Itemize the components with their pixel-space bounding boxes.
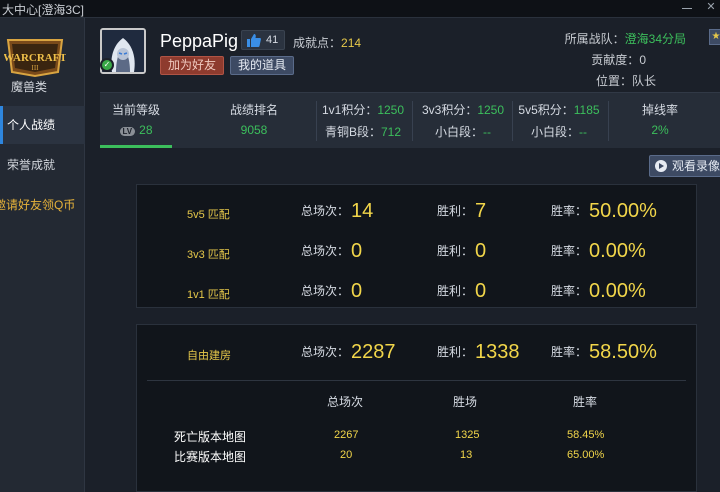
level-label: 当前等级 — [111, 103, 160, 117]
watch-replay-label: 观看录像 — [672, 159, 720, 173]
table-row: 比赛版本地图 20 13 65.00% — [137, 445, 698, 465]
v1-value: 1250 — [377, 103, 405, 117]
match-total: 总场次： 0 — [301, 280, 363, 302]
level-badge-icon: LV — [119, 127, 136, 136]
column-header-wins: 胜场 — [453, 395, 478, 409]
v3-label: 3v3积分： — [421, 103, 478, 117]
stat-1v1[interactable]: 1v1积分：1250 青铜B段：712 — [318, 93, 408, 149]
online-status-icon: ✓ — [100, 58, 114, 72]
match-rate: 胜率： 0.00% — [551, 280, 646, 302]
v5-tier-label: 小白段： — [530, 125, 579, 139]
my-items-button[interactable]: 我的道具 — [230, 56, 294, 75]
custom-total: 总场次： 2287 — [301, 341, 396, 363]
stats-bar: 当前等级 LV 28 战绩排名 9058 1v1积分：1250 青铜B段：712 … — [100, 92, 720, 148]
team-info: 所属战队：澄海34分局 贡献度：0 位置：队长 — [536, 29, 686, 92]
map-total: 2267 — [334, 429, 359, 441]
stat-5v5[interactable]: 5v5积分：1185 小白段：-- — [514, 93, 604, 149]
sidebar-item-warcraft[interactable]: 魔兽类 — [0, 68, 85, 106]
match-total: 总场次： 0 — [301, 240, 363, 262]
add-friend-button[interactable]: 加为好友 — [160, 56, 224, 75]
level-value: 28 — [139, 123, 153, 137]
team-link[interactable]: 澄海34分局 — [625, 32, 686, 46]
contribution-value: 0 — [639, 53, 646, 67]
custom-row: 自由建房 总场次： 2287 胜利： 1338 胜率： 58.50% — [137, 334, 698, 374]
rank-value: 9058 — [240, 123, 268, 137]
sidebar-item-honor[interactable]: 荣誉成就 — [0, 146, 85, 184]
v5-label: 5v5积分： — [518, 103, 574, 117]
minimize-button[interactable] — [680, 2, 694, 12]
close-button[interactable]: ✕ — [704, 2, 718, 13]
v1-label: 1v1积分： — [321, 103, 378, 117]
v5-value: 1185 — [573, 103, 600, 117]
achievement-points-label: 成就点： — [293, 36, 342, 50]
window-titlebar: 大中心[澄海3C] ✕ — [0, 0, 720, 18]
match-rate: 胜率： 0.00% — [551, 240, 646, 262]
sidebar: WARCRAFT III 魔兽类 个人战绩 荣誉成就 邀请好友领Q币 — [0, 18, 85, 492]
map-total: 20 — [340, 449, 353, 461]
stat-rank[interactable]: 战绩排名 9058 — [204, 93, 304, 149]
match-row-1v1: 1v1 匹配 总场次： 0 胜利： 0 胜率： 0.00% — [137, 273, 698, 313]
contribution-label: 贡献度： — [591, 53, 640, 67]
map-name: 死亡版本地图 — [174, 430, 247, 444]
v1-tier-value: 712 — [380, 125, 402, 139]
divider — [412, 101, 413, 141]
v5-tier-value: -- — [579, 125, 587, 139]
position-label: 位置： — [595, 74, 632, 88]
team-label: 所属战队： — [564, 32, 625, 46]
position-value: 队长 — [631, 74, 656, 88]
rank-label: 战绩排名 — [229, 103, 278, 117]
main-content: ✓ PeppaPig 41 成就点：214 加为好友 我的道具 所属战队：澄海3… — [86, 18, 720, 492]
map-rate: 58.45% — [567, 429, 605, 441]
window-title: 大中心[澄海3C] — [2, 3, 85, 17]
custom-wins: 胜利： 1338 — [437, 341, 520, 363]
like-count: 41 — [266, 34, 279, 46]
play-icon — [655, 160, 667, 172]
achievement-points: 成就点：214 — [293, 34, 361, 51]
match-wins: 胜利： 7 — [437, 200, 487, 222]
divider — [147, 380, 686, 381]
column-header-total: 总场次 — [327, 395, 364, 409]
v3-tier-label: 小白段： — [434, 125, 483, 139]
column-header-rate: 胜率 — [573, 395, 598, 409]
star-icon[interactable]: ★ — [709, 29, 720, 45]
map-name: 比赛版本地图 — [174, 450, 247, 464]
map-wins: 1325 — [455, 429, 480, 441]
match-wins: 胜利： 0 — [437, 280, 487, 302]
svg-text:WARCRAFT: WARCRAFT — [4, 52, 66, 64]
sidebar-item-invite[interactable]: 邀请好友领Q币 — [0, 186, 85, 224]
stat-level: 当前等级 LV 28 — [100, 93, 172, 149]
v1-tier-label: 青铜B段： — [324, 125, 381, 139]
match-mode: 5v5 匹配 — [187, 209, 230, 221]
match-mode: 3v3 匹配 — [187, 249, 230, 261]
map-wins: 13 — [460, 449, 473, 461]
match-mode: 1v1 匹配 — [187, 289, 230, 301]
match-total: 总场次： 14 — [301, 200, 374, 222]
achievement-points-value: 214 — [341, 36, 362, 50]
custom-mode: 自由建房 — [187, 350, 231, 362]
stat-drop-rate: 掉线率 2% — [628, 93, 692, 149]
map-rate: 65.00% — [567, 449, 605, 461]
v3-tier-value: -- — [483, 125, 491, 139]
matchmaking-panel: 5v5 匹配 总场次： 14 胜利： 7 胜率： 50.00% 3v3 匹配 总场次：… — [136, 184, 697, 308]
stat-3v3[interactable]: 3v3积分：1250 小白段：-- — [418, 93, 508, 149]
divider — [316, 101, 317, 141]
sidebar-item-personal-record[interactable]: 个人战绩 — [0, 106, 85, 144]
match-row-3v3: 3v3 匹配 总场次： 0 胜利： 0 胜率： 0.00% — [137, 233, 698, 273]
custom-rate: 胜率： 58.50% — [551, 341, 657, 363]
divider — [608, 101, 609, 141]
match-rate: 胜率： 50.00% — [551, 200, 657, 222]
like-button[interactable]: 41 — [241, 30, 285, 50]
table-row: 死亡版本地图 2267 1325 58.45% — [137, 425, 698, 445]
drop-rate-value: 2% — [651, 123, 669, 137]
divider — [512, 101, 513, 141]
match-row-5v5: 5v5 匹配 总场次： 14 胜利： 7 胜率： 50.00% — [137, 193, 698, 233]
watch-replay-button[interactable]: 观看录像 — [649, 155, 720, 177]
drop-rate-label: 掉线率 — [641, 103, 678, 117]
thumbs-up-icon — [247, 34, 261, 47]
active-tab-underline — [100, 145, 172, 148]
v3-value: 1250 — [477, 103, 505, 117]
custom-games-panel: 自由建房 总场次： 2287 胜利： 1338 胜率： 58.50% 总场次 胜场 胜… — [136, 324, 697, 492]
match-wins: 胜利： 0 — [437, 240, 487, 262]
username: PeppaPig — [160, 31, 239, 51]
